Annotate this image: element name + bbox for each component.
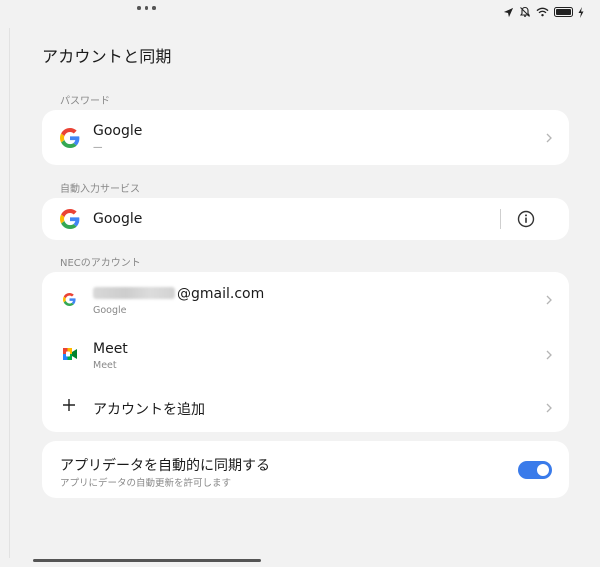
autofill-service-title: Google bbox=[93, 211, 143, 227]
account-row-meet[interactable]: Meet Meet bbox=[42, 327, 569, 382]
account-email-suffix: @gmail.com bbox=[177, 286, 265, 302]
chevron-right-icon bbox=[546, 350, 552, 360]
charging-icon bbox=[578, 6, 584, 18]
redacted-email-name bbox=[93, 287, 175, 299]
home-indicator[interactable] bbox=[33, 559, 261, 562]
section-label-autofill: 自動入力サービス bbox=[60, 184, 140, 195]
google-g-icon bbox=[60, 209, 80, 229]
battery-icon bbox=[554, 7, 573, 17]
google-meet-icon bbox=[63, 348, 77, 360]
wifi-icon bbox=[536, 7, 549, 17]
password-service-subtitle: — bbox=[93, 142, 103, 153]
section-label-accounts: NECのアカウント bbox=[60, 258, 141, 269]
meet-account-subtitle: Meet bbox=[93, 360, 117, 371]
password-service-title: Google bbox=[93, 123, 143, 139]
autofill-card: Google bbox=[42, 198, 569, 240]
page-title: アカウントと同期 bbox=[42, 47, 172, 66]
add-account-row[interactable]: アカウントを追加 bbox=[42, 382, 569, 432]
password-card: Google — bbox=[42, 110, 569, 165]
plus-icon bbox=[63, 399, 75, 411]
account-type-label: Google bbox=[93, 305, 127, 316]
chevron-right-icon bbox=[546, 133, 552, 143]
do-not-disturb-icon bbox=[519, 6, 531, 17]
google-g-icon bbox=[63, 293, 76, 306]
auto-sync-subtitle: アプリにデータの自動更新を許可します bbox=[60, 478, 232, 489]
chevron-right-icon bbox=[546, 403, 552, 413]
auto-sync-toggle[interactable] bbox=[518, 461, 552, 479]
auto-sync-row[interactable]: アプリデータを自動的に同期する アプリにデータの自動更新を許可します bbox=[42, 441, 569, 498]
multitask-dots-icon[interactable] bbox=[137, 6, 156, 10]
sync-card: アプリデータを自動的に同期する アプリにデータの自動更新を許可します bbox=[42, 441, 569, 498]
account-row-google[interactable]: @gmail.com Google bbox=[42, 272, 569, 327]
divider bbox=[500, 209, 501, 229]
account-email: @gmail.com bbox=[93, 286, 264, 302]
accounts-card: @gmail.com Google Meet Meet アカウントを追加 bbox=[42, 272, 569, 432]
password-service-row[interactable]: Google — bbox=[42, 110, 569, 165]
meet-account-title: Meet bbox=[93, 341, 128, 357]
add-account-label: アカウントを追加 bbox=[93, 402, 205, 418]
left-divider bbox=[9, 28, 10, 558]
autofill-service-row[interactable]: Google bbox=[42, 198, 569, 240]
google-g-icon bbox=[60, 128, 80, 148]
location-arrow-icon bbox=[503, 7, 514, 17]
section-label-password: パスワード bbox=[60, 96, 110, 107]
auto-sync-title: アプリデータを自動的に同期する bbox=[60, 458, 270, 474]
status-bar bbox=[0, 0, 600, 26]
info-icon[interactable] bbox=[517, 210, 535, 228]
chevron-right-icon bbox=[546, 295, 552, 305]
